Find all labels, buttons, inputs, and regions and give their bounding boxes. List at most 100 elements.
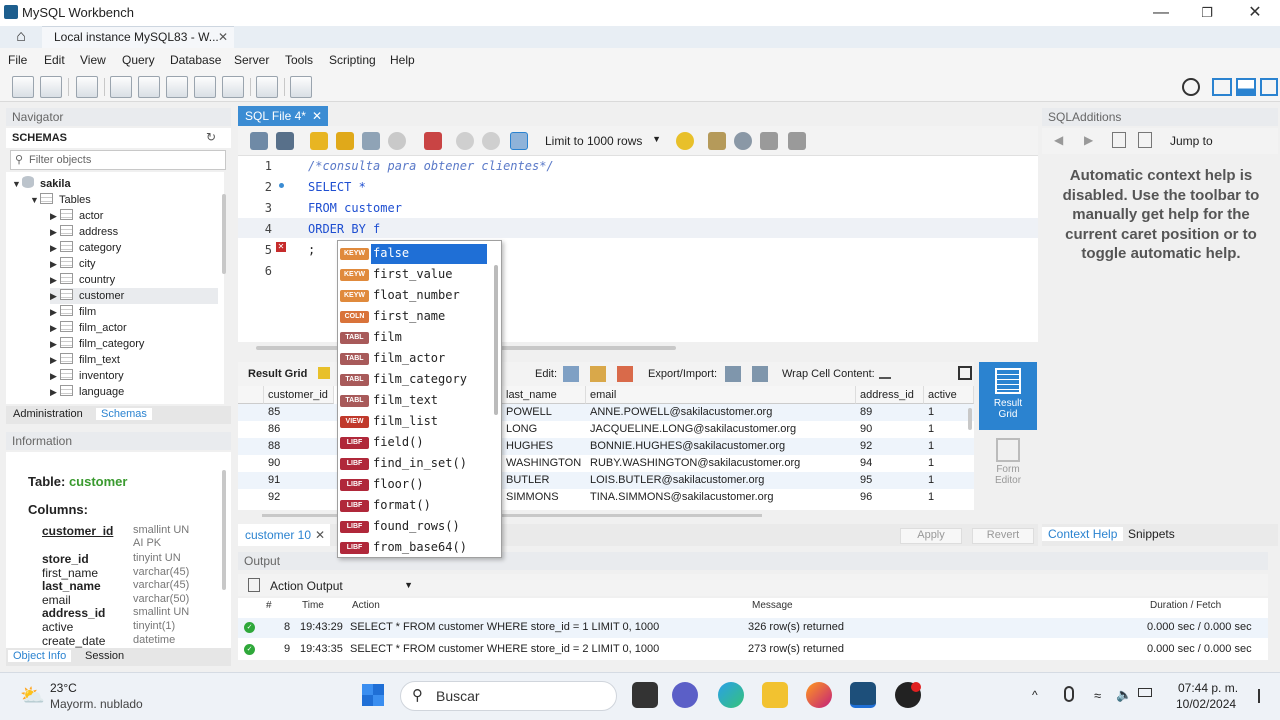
menu-database[interactable]: Database: [170, 53, 221, 67]
minimize-button[interactable]: —: [1138, 2, 1184, 24]
grid-column-header[interactable]: active: [924, 386, 974, 404]
grid-cell[interactable]: 92: [856, 438, 924, 455]
menu-view[interactable]: View: [80, 53, 106, 67]
expanded-arrow-icon[interactable]: ▼: [12, 176, 22, 192]
find-icon[interactable]: [734, 132, 752, 150]
edit-row-icon[interactable]: [563, 366, 579, 382]
toggle-sidebar-icon[interactable]: [1212, 78, 1232, 96]
grid-cell[interactable]: 88: [264, 438, 334, 455]
collapsed-arrow-icon[interactable]: ▶: [50, 208, 60, 224]
tab-session[interactable]: Session: [80, 650, 129, 662]
menu-scripting[interactable]: Scripting: [329, 53, 376, 67]
result-grid-label[interactable]: Result Grid: [248, 368, 307, 380]
auto-help-icon[interactable]: [1138, 132, 1152, 148]
autocomplete-item[interactable]: TABL film_text: [338, 390, 498, 411]
weather-cloud-icon[interactable]: ⛅: [20, 683, 46, 707]
grid-cell[interactable]: BUTLER: [502, 472, 586, 489]
output-row[interactable]: ✓ 9 19:43:35 SELECT * FROM customer WHERE s…: [238, 640, 1268, 660]
create-function-icon[interactable]: [222, 76, 244, 98]
inspector-icon[interactable]: [76, 76, 98, 98]
collapsed-arrow-icon[interactable]: ▶: [50, 256, 60, 272]
menu-file[interactable]: File: [8, 53, 27, 67]
grid-cell[interactable]: 1: [924, 489, 974, 506]
grid-cell[interactable]: 94: [856, 455, 924, 472]
forward-icon[interactable]: ▶: [1084, 133, 1093, 147]
apply-button[interactable]: Apply: [900, 528, 962, 544]
collapsed-arrow-icon[interactable]: ▶: [50, 352, 60, 368]
autocomplete-item[interactable]: KEYW first_value: [338, 264, 498, 285]
grid-cell[interactable]: ANNE.POWELL@sakilacustomer.org: [586, 404, 856, 421]
autocomplete-item[interactable]: LIBF find_in_set(): [338, 453, 498, 474]
autocomplete-scrollbar[interactable]: [494, 265, 498, 415]
edge-browser-icon[interactable]: [718, 682, 744, 708]
grid-cell[interactable]: WASHINGTON: [502, 455, 586, 472]
create-view-icon[interactable]: [166, 76, 188, 98]
close-button[interactable]: ✕: [1232, 2, 1278, 24]
close-tab-icon[interactable]: ✕: [312, 109, 322, 123]
file-explorer-icon[interactable]: [762, 682, 788, 708]
tree-item-table[interactable]: ▶ country: [50, 272, 115, 288]
stop-icon[interactable]: [388, 132, 406, 150]
wrap-lines-icon[interactable]: [788, 132, 806, 150]
collapsed-arrow-icon[interactable]: ▶: [50, 240, 60, 256]
tree-item-schema[interactable]: ▼ sakila: [12, 176, 71, 192]
collapsed-arrow-icon[interactable]: ▶: [50, 224, 60, 240]
microphone-icon[interactable]: [1064, 686, 1074, 702]
search-table-data-icon[interactable]: [256, 76, 278, 98]
close-tab-icon[interactable]: ✕: [218, 30, 228, 44]
grid-cell[interactable]: TINA.SIMMONS@sakilacustomer.org: [586, 489, 856, 506]
grid-cell[interactable]: 1: [924, 438, 974, 455]
autocomplete-item[interactable]: TABL film: [338, 327, 498, 348]
grid-cell[interactable]: POWELL: [502, 404, 586, 421]
tree-item-table[interactable]: ▶ film_actor: [50, 320, 127, 336]
export-icon[interactable]: [725, 366, 741, 382]
autocomplete-item[interactable]: LIBF found_rows(): [338, 516, 498, 537]
toggle-secondary-sidebar-icon[interactable]: [1260, 78, 1278, 96]
execute-icon[interactable]: [310, 132, 328, 150]
tree-item-table[interactable]: ▶ address: [50, 224, 118, 240]
close-tab-icon[interactable]: ✕: [315, 528, 325, 542]
new-sql-tab-icon[interactable]: [12, 76, 34, 98]
toggle-output-icon[interactable]: [1236, 78, 1256, 96]
grid-cell[interactable]: 89: [856, 404, 924, 421]
autocommit-icon[interactable]: [510, 132, 528, 150]
home-icon[interactable]: ⌂: [10, 28, 32, 46]
beautify-icon[interactable]: [708, 132, 726, 150]
jump-to-select[interactable]: Jump to: [1170, 134, 1213, 148]
grid-icon[interactable]: [318, 367, 330, 379]
copy-icon[interactable]: [248, 578, 260, 592]
menu-edit[interactable]: Edit: [44, 53, 65, 67]
grid-column-header[interactable]: customer_id: [264, 386, 334, 404]
show-desktop-button[interactable]: [1258, 689, 1260, 703]
grid-cell[interactable]: RUBY.WASHINGTON@sakilacustomer.org: [586, 455, 856, 472]
teams-chat-icon[interactable]: [672, 682, 698, 708]
grid-cell[interactable]: LOIS.BUTLER@sakilacustomer.org: [586, 472, 856, 489]
volume-icon[interactable]: 🔈: [1116, 687, 1132, 703]
open-sql-script-icon[interactable]: [40, 76, 62, 98]
open-file-icon[interactable]: [250, 132, 268, 150]
toggle-error-icon[interactable]: [424, 132, 442, 150]
grid-cell[interactable]: 90: [264, 455, 334, 472]
autocomplete-item[interactable]: LIBF format(): [338, 495, 498, 516]
tree-item-table[interactable]: ▶ film_text: [50, 352, 120, 368]
delete-row-icon[interactable]: [617, 366, 633, 382]
tree-item-tables[interactable]: ▼ Tables: [30, 192, 91, 208]
collapsed-arrow-icon[interactable]: ▶: [50, 304, 60, 320]
grid-cell[interactable]: 1: [924, 421, 974, 438]
sql-file-tab[interactable]: SQL File 4* ✕: [238, 106, 328, 126]
tree-scrollbar[interactable]: [222, 194, 226, 274]
autocomplete-item[interactable]: KEYW false: [338, 243, 498, 264]
weather-description[interactable]: Mayorm. nublado: [50, 697, 143, 711]
info-scrollbar[interactable]: [222, 470, 226, 590]
grid-cell[interactable]: 95: [856, 472, 924, 489]
grid-vertical-scrollbar[interactable]: [968, 408, 972, 430]
grid-cell[interactable]: BONNIE.HUGHES@sakilacustomer.org: [586, 438, 856, 455]
collapsed-arrow-icon[interactable]: ▶: [50, 272, 60, 288]
grid-cell[interactable]: 85: [264, 404, 334, 421]
import-icon[interactable]: [752, 366, 768, 382]
autocomplete-item[interactable]: LIBF floor(): [338, 474, 498, 495]
connection-tab[interactable]: Local instance MySQL83 - W... ✕: [42, 26, 234, 48]
clock-time[interactable]: 07:44 p. m.: [1178, 681, 1238, 695]
collapsed-arrow-icon[interactable]: ▶: [50, 288, 60, 304]
menu-tools[interactable]: Tools: [285, 53, 313, 67]
